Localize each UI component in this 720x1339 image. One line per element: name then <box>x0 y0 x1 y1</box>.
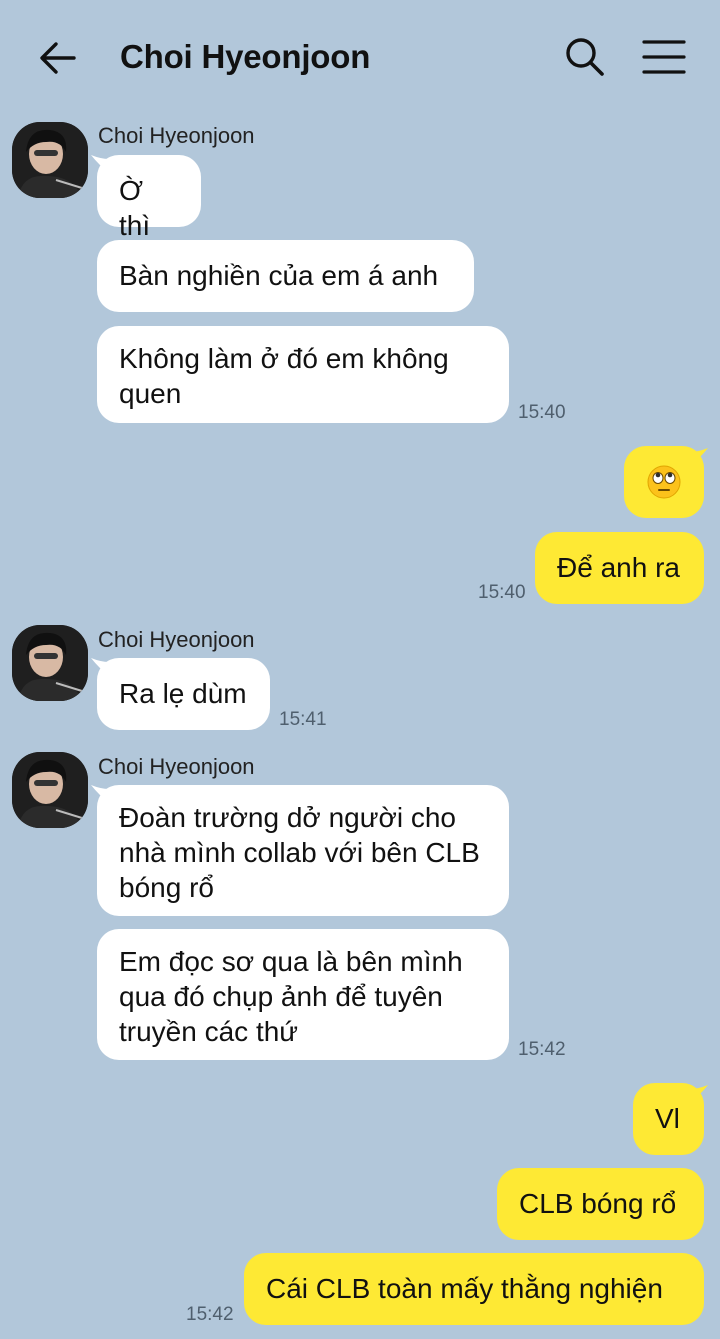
sender-name: Choi Hyeonjoon <box>98 754 255 779</box>
message-text: Bàn nghiền của em á anh <box>119 260 439 291</box>
message-bubble[interactable]: Đoàn trường dở người cho nhà mình collab… <box>97 785 509 916</box>
menu-button[interactable] <box>640 34 688 80</box>
message-bubble[interactable]: Em đọc sơ qua là bên mình qua đó chụp ản… <box>97 929 509 1060</box>
message-time: 15:42 <box>518 1039 566 1060</box>
message-bubble[interactable]: Không làm ở đó em không quen <box>97 326 509 423</box>
search-button[interactable] <box>562 34 608 80</box>
search-icon <box>566 38 604 76</box>
message-time: 15:42 <box>186 1304 234 1325</box>
avatar[interactable] <box>12 625 88 701</box>
message-bubble[interactable] <box>624 446 704 518</box>
message-bubble[interactable]: Cái CLB toàn mấy thằng nghiện <box>244 1253 704 1325</box>
message-text: Không làm ở đó em không quen <box>119 343 449 409</box>
message-bubble[interactable]: Vl <box>633 1083 704 1155</box>
message-bubble[interactable]: Ờ thì <box>97 155 201 241</box>
message-time: 15:41 <box>279 709 327 730</box>
hamburger-menu-icon <box>642 40 686 74</box>
arrow-left-icon <box>40 42 76 74</box>
message-text: Ra lẹ dùm <box>119 678 247 709</box>
message-bubble[interactable]: CLB bóng rổ <box>497 1168 704 1240</box>
sender-name: Choi Hyeonjoon <box>98 627 255 652</box>
message-bubble[interactable]: Ra lẹ dùm <box>97 658 270 730</box>
message-time: 15:40 <box>478 582 526 603</box>
message-bubble[interactable]: Để anh ra <box>535 532 704 604</box>
message-text: Em đọc sơ qua là bên mình qua đó chụp ản… <box>119 946 463 1047</box>
message-text: Đoàn trường dở người cho nhà mình collab… <box>119 802 480 903</box>
message-text: Cái CLB toàn mấy thằng nghiện <box>266 1273 663 1304</box>
sender-name: Choi Hyeonjoon <box>98 123 255 148</box>
message-text: Để anh ra <box>557 552 680 583</box>
message-text: CLB bóng rổ <box>519 1188 677 1219</box>
message-text: Ờ thì <box>119 175 151 241</box>
message-text: Vl <box>655 1103 680 1134</box>
chat-title: Choi Hyeonjoon <box>120 38 371 75</box>
back-button[interactable] <box>36 36 80 80</box>
message-bubble[interactable]: Bàn nghiền của em á anh <box>97 240 474 312</box>
message-time: 15:40 <box>518 402 566 423</box>
chat-header: Choi Hyeonjoon <box>0 0 720 115</box>
face-with-rolling-eyes-icon <box>647 465 681 499</box>
avatar[interactable] <box>12 752 88 828</box>
avatar[interactable] <box>12 122 88 198</box>
